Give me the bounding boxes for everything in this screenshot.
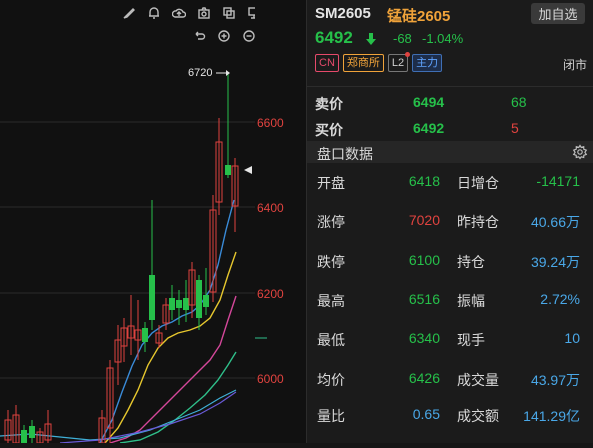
stats-section-header[interactable]: 盘口数据 [307,141,593,163]
stat-value: 6516 [408,291,440,307]
price-axis: 6600 6400 6200 6000 [255,0,306,443]
stat-label: 跌停 [317,254,345,270]
stat-value: 6340 [408,330,440,346]
stat-value: 43.97万 [530,372,580,388]
kline-canvas [0,70,255,444]
stat-value: 40.66万 [530,214,580,230]
settings-icon[interactable] [572,144,588,160]
max-price-label: 6720 [188,67,213,79]
quote-panel: SM2605 锰硅2605 加自选 6492 -68 -1.04% CN 郑商所… [307,0,593,443]
zoom-in-icon[interactable] [215,27,233,45]
stat-label: 成交量 [457,372,499,388]
axis-label-6600: 6600 [257,116,284,130]
stat-label: 最低 [317,332,345,348]
stat-value: 7020 [408,212,440,228]
stat-cell: 最低 6340 [317,330,440,350]
tag-exchange: 郑商所 [342,54,384,72]
stat-cell: 量比 0.65 [317,406,440,426]
camera-icon[interactable] [195,4,213,22]
stat-value: -14171 [536,173,580,189]
ask-volume: 68 [511,94,527,110]
price-change-pct: -1.04% [422,31,464,46]
bid-row: 买价 6492 5 [315,120,585,140]
divider [307,86,593,87]
stat-value: 2.72% [540,291,580,307]
axis-label-6000: 6000 [257,372,284,386]
stat-cell: 开盘 6418 [317,173,440,193]
stat-label: 最高 [317,293,345,309]
bid-label: 买价 [315,122,343,138]
kline-chart[interactable]: 6720 [0,0,284,444]
stat-cell: 日增仓 -14171 [457,173,580,193]
last-price: 6492 [315,28,353,47]
stat-cell: 振幅 2.72% [457,291,580,311]
stat-value: 10 [564,330,580,346]
price-change: -68 [393,31,412,46]
stat-label: 日增仓 [457,175,499,191]
ask-row: 卖价 6494 68 [315,94,585,114]
bid-volume: 5 [511,120,519,136]
undo-icon[interactable] [190,27,208,45]
copy-icon[interactable] [220,4,238,22]
add-favorite-button[interactable]: 加自选 [531,3,585,24]
stat-label: 量比 [317,408,345,424]
stat-value: 141.29亿 [523,408,580,424]
ask-label: 卖价 [315,96,343,112]
stat-cell: 持仓 39.24万 [457,252,580,272]
notification-dot [405,52,411,57]
stat-cell: 昨持仓 40.66万 [457,212,580,232]
stat-label: 成交额 [457,408,499,424]
axis-label-6400: 6400 [257,201,284,215]
stat-label: 持仓 [457,254,485,270]
market-status: 闭市 [562,58,587,72]
stat-cell: 成交量 43.97万 [457,370,580,390]
tag-l2[interactable]: L2 [387,52,411,72]
stat-cell: 涨停 7020 [317,212,440,232]
stats-section-title: 盘口数据 [317,146,373,162]
stat-value: 39.24万 [530,254,580,270]
ma-line-green [119,351,237,444]
tag-row: CN 郑商所 L2 主力 [315,52,443,72]
stat-cell: 成交额 141.29亿 [457,406,580,426]
bid-price: 6492 [413,120,445,136]
stat-label: 开盘 [317,175,345,191]
stat-label: 振幅 [457,293,485,309]
stat-cell: 均价 6426 [317,370,440,390]
contract-code: SM2605 [315,5,371,22]
ma-line-cyan [0,389,237,441]
stat-cell: 现手 10 [457,330,580,350]
price-pointer [244,166,252,174]
stat-label: 涨停 [317,214,345,230]
contract-name: 锰硅2605 [387,8,451,25]
ask-price: 6494 [413,94,445,110]
axis-label-6200: 6200 [257,287,284,301]
ma-line-purple [59,391,237,444]
stat-cell: 跌停 6100 [317,252,440,272]
down-arrow-icon [366,33,376,45]
brush-icon[interactable] [120,4,138,22]
candles [4,72,239,444]
stat-label: 现手 [457,332,485,348]
tag-cn: CN [315,54,339,72]
stat-label: 均价 [317,372,345,388]
bell-icon[interactable] [145,4,163,22]
cloud-icon[interactable] [170,4,188,22]
stat-label: 昨持仓 [457,214,499,230]
stat-cell: 最高 6516 [317,291,440,311]
stat-value: 6418 [408,173,440,189]
stat-value: 6100 [408,252,440,268]
stat-value: 0.65 [412,406,440,422]
tag-main-contract: 主力 [412,54,443,72]
stat-value: 6426 [408,370,440,386]
